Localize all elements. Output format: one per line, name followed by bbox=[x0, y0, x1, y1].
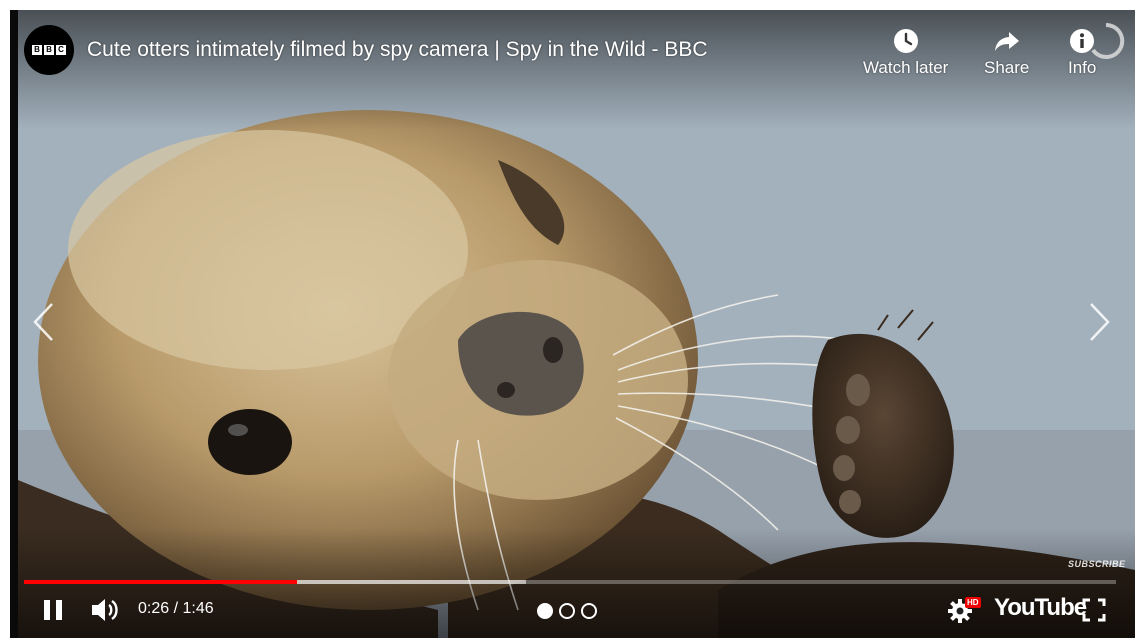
bbc-logo-letter-3: C bbox=[56, 45, 66, 55]
previous-arrow-icon[interactable] bbox=[30, 300, 56, 344]
volume-icon[interactable] bbox=[90, 596, 120, 624]
bbc-logo: B B C bbox=[32, 45, 66, 55]
pagination-dots bbox=[537, 603, 597, 619]
page-frame: B B C Cute otters intimately filmed by s… bbox=[0, 0, 1143, 643]
share-label: Share bbox=[984, 58, 1030, 77]
pagination-dot-3[interactable] bbox=[581, 603, 597, 619]
fullscreen-icon[interactable] bbox=[1082, 598, 1106, 622]
youtube-logo[interactable]: YouTube bbox=[994, 594, 1087, 622]
video-title[interactable]: Cute otters intimately filmed by spy cam… bbox=[87, 38, 708, 62]
video-player[interactable]: B B C Cute otters intimately filmed by s… bbox=[10, 10, 1135, 638]
top-gradient-overlay bbox=[18, 10, 1135, 130]
pause-icon[interactable] bbox=[41, 598, 65, 622]
bbc-logo-letter-2: B bbox=[44, 45, 54, 55]
time-display: 0:26 / 1:46 bbox=[138, 600, 214, 617]
video-frame[interactable] bbox=[18, 10, 1135, 638]
watch-later-button[interactable]: Watch later bbox=[863, 28, 948, 78]
clock-icon bbox=[893, 29, 918, 53]
progress-bar[interactable] bbox=[24, 580, 1116, 584]
watch-later-label: Watch later bbox=[863, 58, 949, 77]
subscribe-watermark[interactable]: SUBSCRIBE bbox=[1068, 559, 1126, 569]
share-button[interactable]: Share bbox=[984, 28, 1029, 78]
bbc-logo-letter-1: B bbox=[32, 45, 42, 55]
share-arrow-icon bbox=[994, 32, 1019, 51]
progress-played bbox=[24, 580, 297, 584]
info-label: Info bbox=[1068, 58, 1097, 77]
pagination-dot-1[interactable] bbox=[537, 603, 553, 619]
channel-avatar[interactable]: B B C bbox=[24, 25, 74, 75]
pagination-dot-2[interactable] bbox=[559, 603, 575, 619]
hd-badge: HD bbox=[965, 597, 981, 608]
next-arrow-icon[interactable] bbox=[1087, 300, 1113, 344]
loading-spinner-icon bbox=[1091, 22, 1125, 59]
